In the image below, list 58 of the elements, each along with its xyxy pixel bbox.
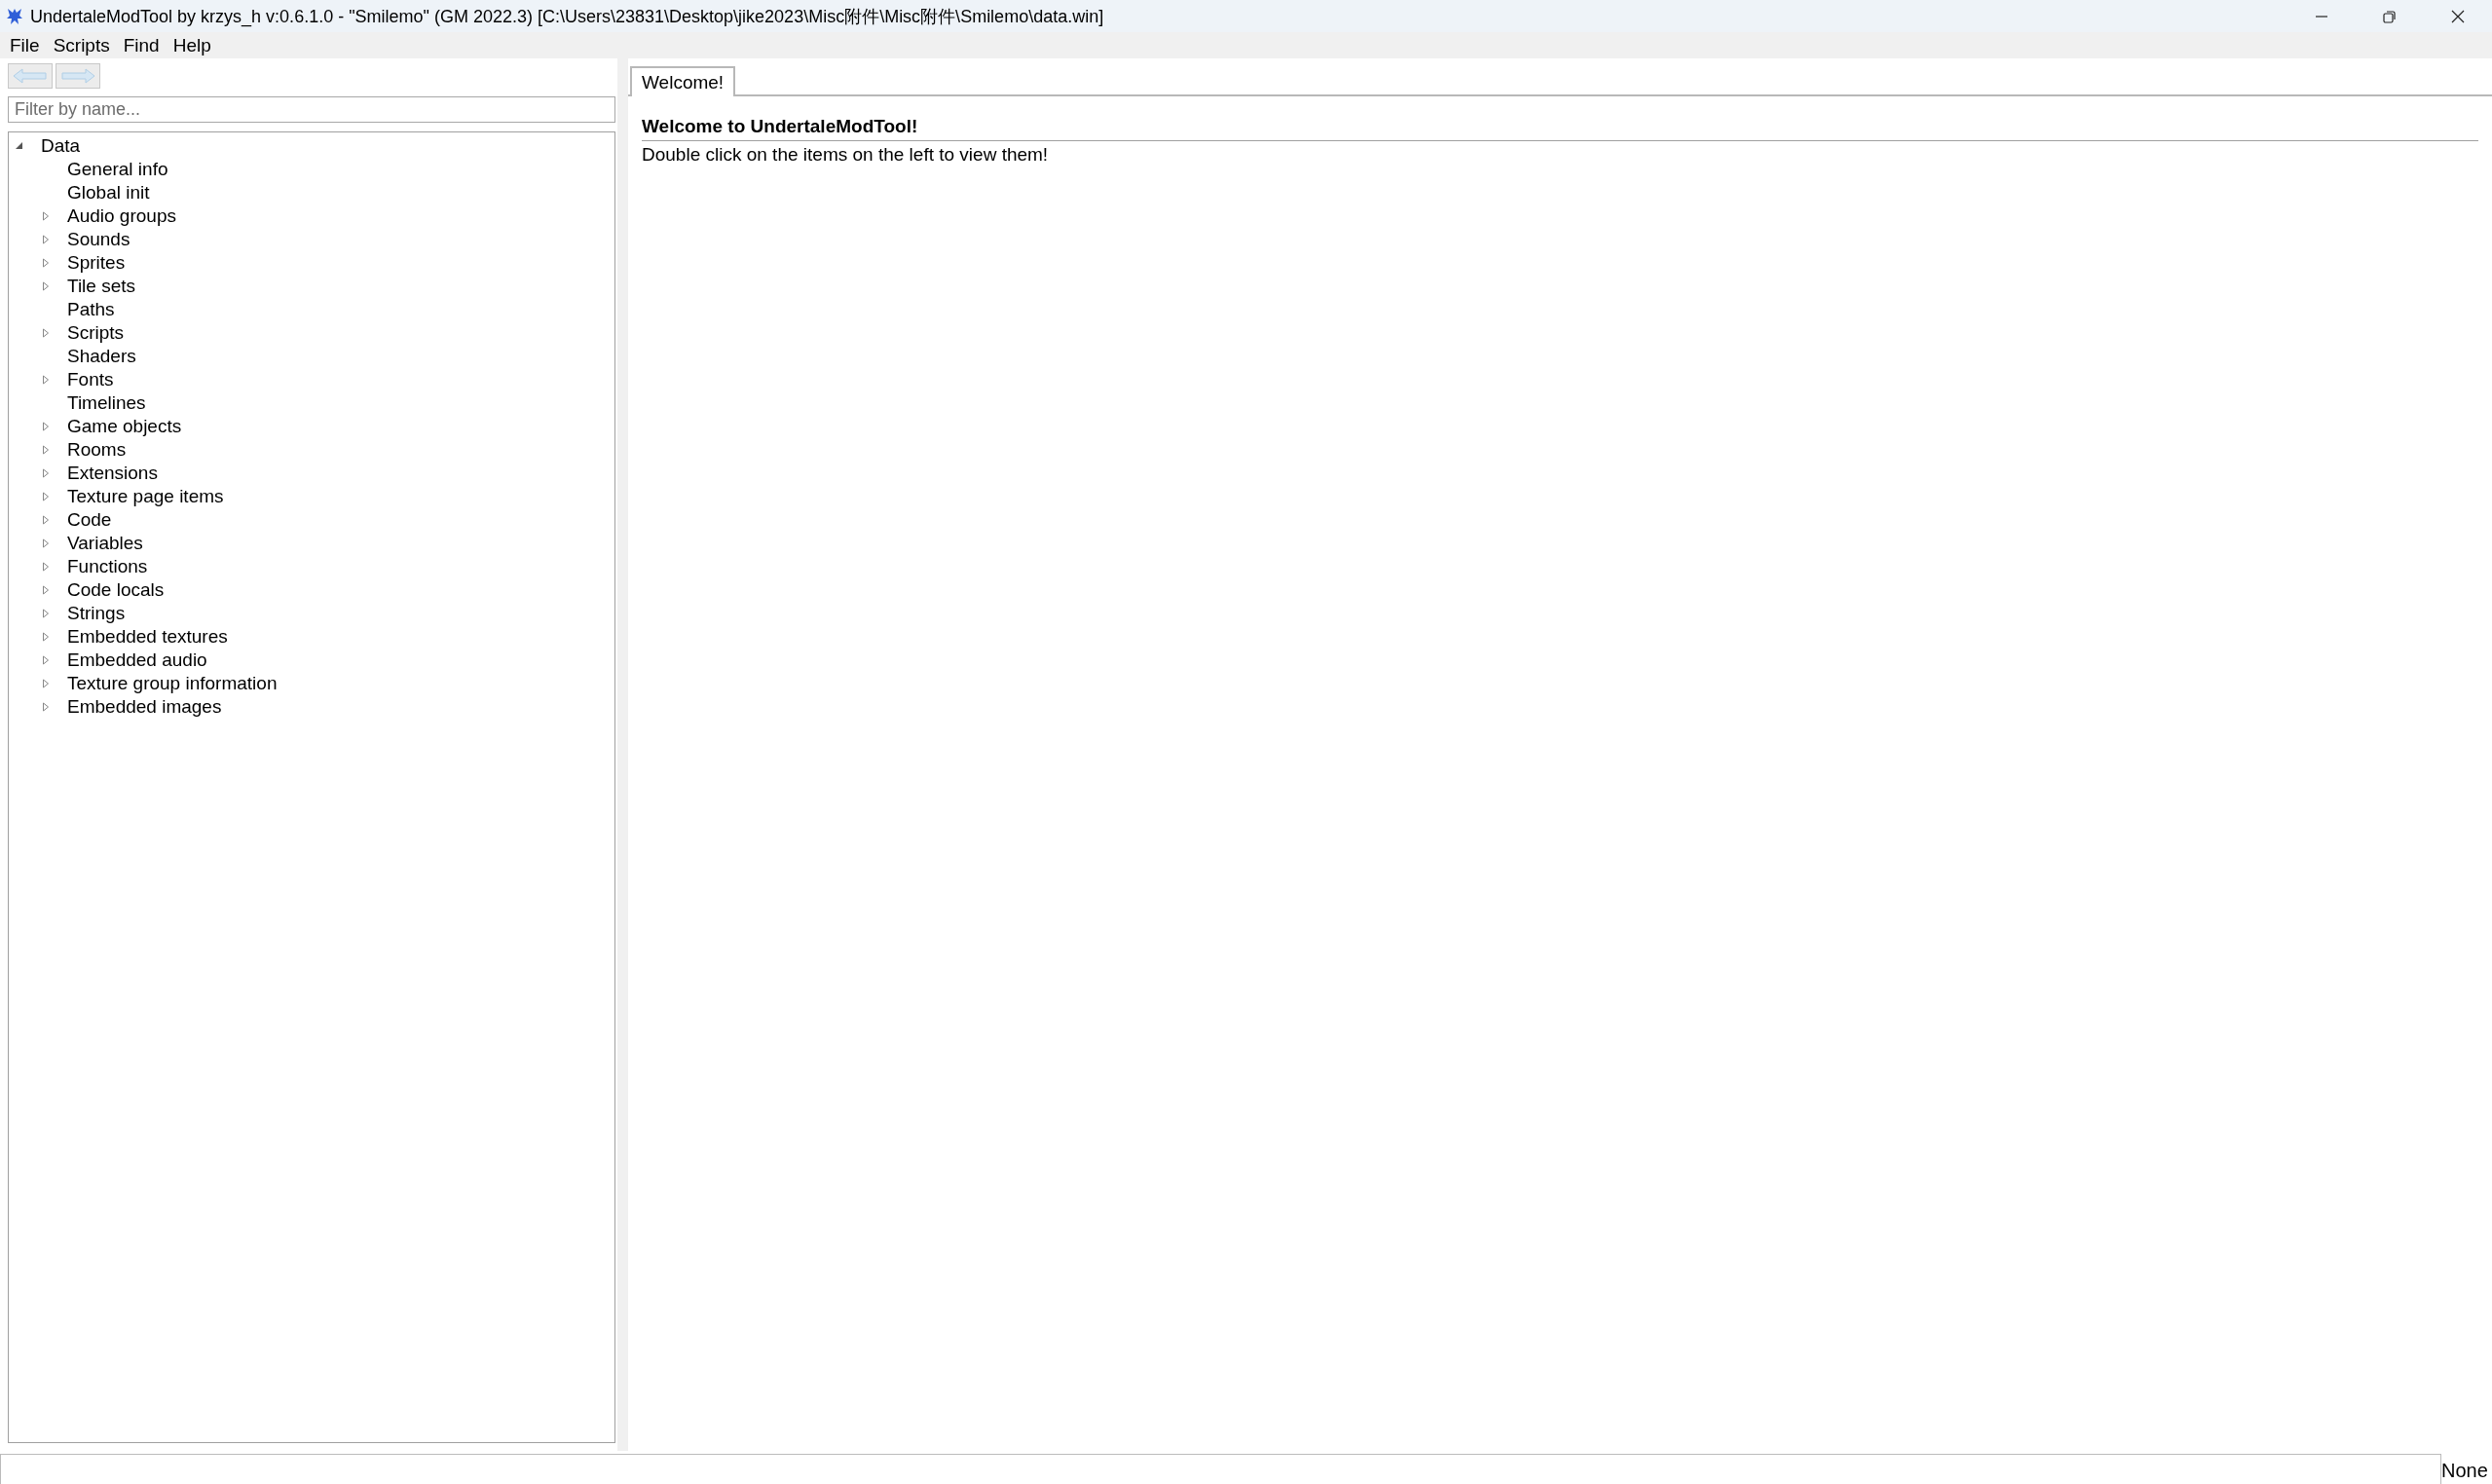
app-icon [5, 6, 24, 26]
close-icon[interactable] [2450, 8, 2466, 24]
collapsed-arrow-icon[interactable] [41, 375, 51, 385]
collapsed-arrow-icon[interactable] [41, 655, 51, 665]
collapsed-arrow-icon[interactable] [41, 328, 51, 338]
tree-item[interactable]: Game objects [59, 416, 182, 437]
collapsed-arrow-icon[interactable] [41, 211, 51, 221]
filter-field[interactable]: Filter by name... [8, 96, 615, 123]
collapsed-arrow-icon[interactable] [41, 445, 51, 455]
tree-item[interactable]: Data [33, 135, 81, 157]
collapsed-arrow-icon[interactable] [41, 258, 51, 268]
collapsed-arrow-icon[interactable] [41, 702, 51, 712]
tree-item[interactable]: Functions [59, 556, 148, 577]
collapsed-arrow-icon[interactable] [41, 609, 51, 618]
tree-item[interactable]: Audio groups [59, 205, 176, 227]
tree-item[interactable]: Paths [59, 299, 115, 320]
tree-item[interactable]: Embedded images [59, 696, 222, 718]
tree-item[interactable]: Global init [59, 182, 150, 204]
tree-item[interactable]: Texture page items [59, 486, 224, 507]
tree-item[interactable]: General info [59, 159, 168, 180]
tab[interactable]: Welcome! [630, 66, 736, 96]
collapsed-arrow-icon[interactable] [41, 492, 51, 501]
tree-item[interactable]: Code locals [59, 579, 165, 601]
tree-item[interactable]: Strings [59, 603, 126, 624]
welcome-text: Double click on the items on the left to view them! [642, 144, 1050, 166]
collapsed-arrow-icon[interactable] [41, 538, 51, 548]
collapsed-arrow-icon[interactable] [41, 468, 51, 478]
expanded-arrow-icon[interactable] [15, 141, 24, 151]
menu-item[interactable]: Help [166, 34, 218, 56]
tree-item[interactable]: Code [59, 509, 112, 531]
tree-item[interactable]: Embedded audio [59, 649, 207, 671]
tree-item[interactable]: Embedded textures [59, 626, 228, 648]
collapsed-arrow-icon[interactable] [41, 281, 51, 291]
status-text: None [2441, 1460, 2488, 1483]
restore-icon[interactable] [2382, 8, 2398, 24]
tree-item[interactable]: Fonts [59, 369, 114, 390]
tree-item[interactable]: Rooms [59, 439, 127, 461]
tree-item[interactable]: Variables [59, 533, 143, 554]
tree-item[interactable]: Shaders [59, 346, 136, 367]
tree-item[interactable]: Timelines [59, 392, 146, 414]
tree-item[interactable]: Sounds [59, 229, 130, 250]
tree-item[interactable]: Tile sets [59, 276, 136, 297]
menu-item[interactable]: Find [116, 34, 167, 56]
collapsed-arrow-icon[interactable] [41, 679, 51, 688]
tree-item[interactable]: Texture group information [59, 673, 278, 694]
menu-item[interactable]: Scripts [46, 34, 117, 56]
welcome-heading: Welcome to UndertaleModTool! [642, 116, 2478, 141]
collapsed-arrow-icon[interactable] [41, 515, 51, 525]
collapsed-arrow-icon[interactable] [41, 632, 51, 642]
window-title: UndertaleModTool by krzys_h v:0.6.1.0 - "Smilemo" (GM 2022.3) [C:\Users\23831\Desktop\jike2023\Misc附件\Misc附件\Smilemo\data.win] [30, 5, 1104, 28]
tree-item[interactable]: Scripts [59, 322, 125, 344]
collapsed-arrow-icon[interactable] [41, 585, 51, 595]
collapsed-arrow-icon[interactable] [41, 422, 51, 431]
menu-item[interactable]: File [3, 34, 47, 56]
tree-item[interactable]: Sprites [59, 252, 126, 274]
collapsed-arrow-icon[interactable] [41, 235, 51, 244]
collapsed-arrow-icon[interactable] [41, 562, 51, 572]
tree-item[interactable]: Extensions [59, 463, 158, 484]
